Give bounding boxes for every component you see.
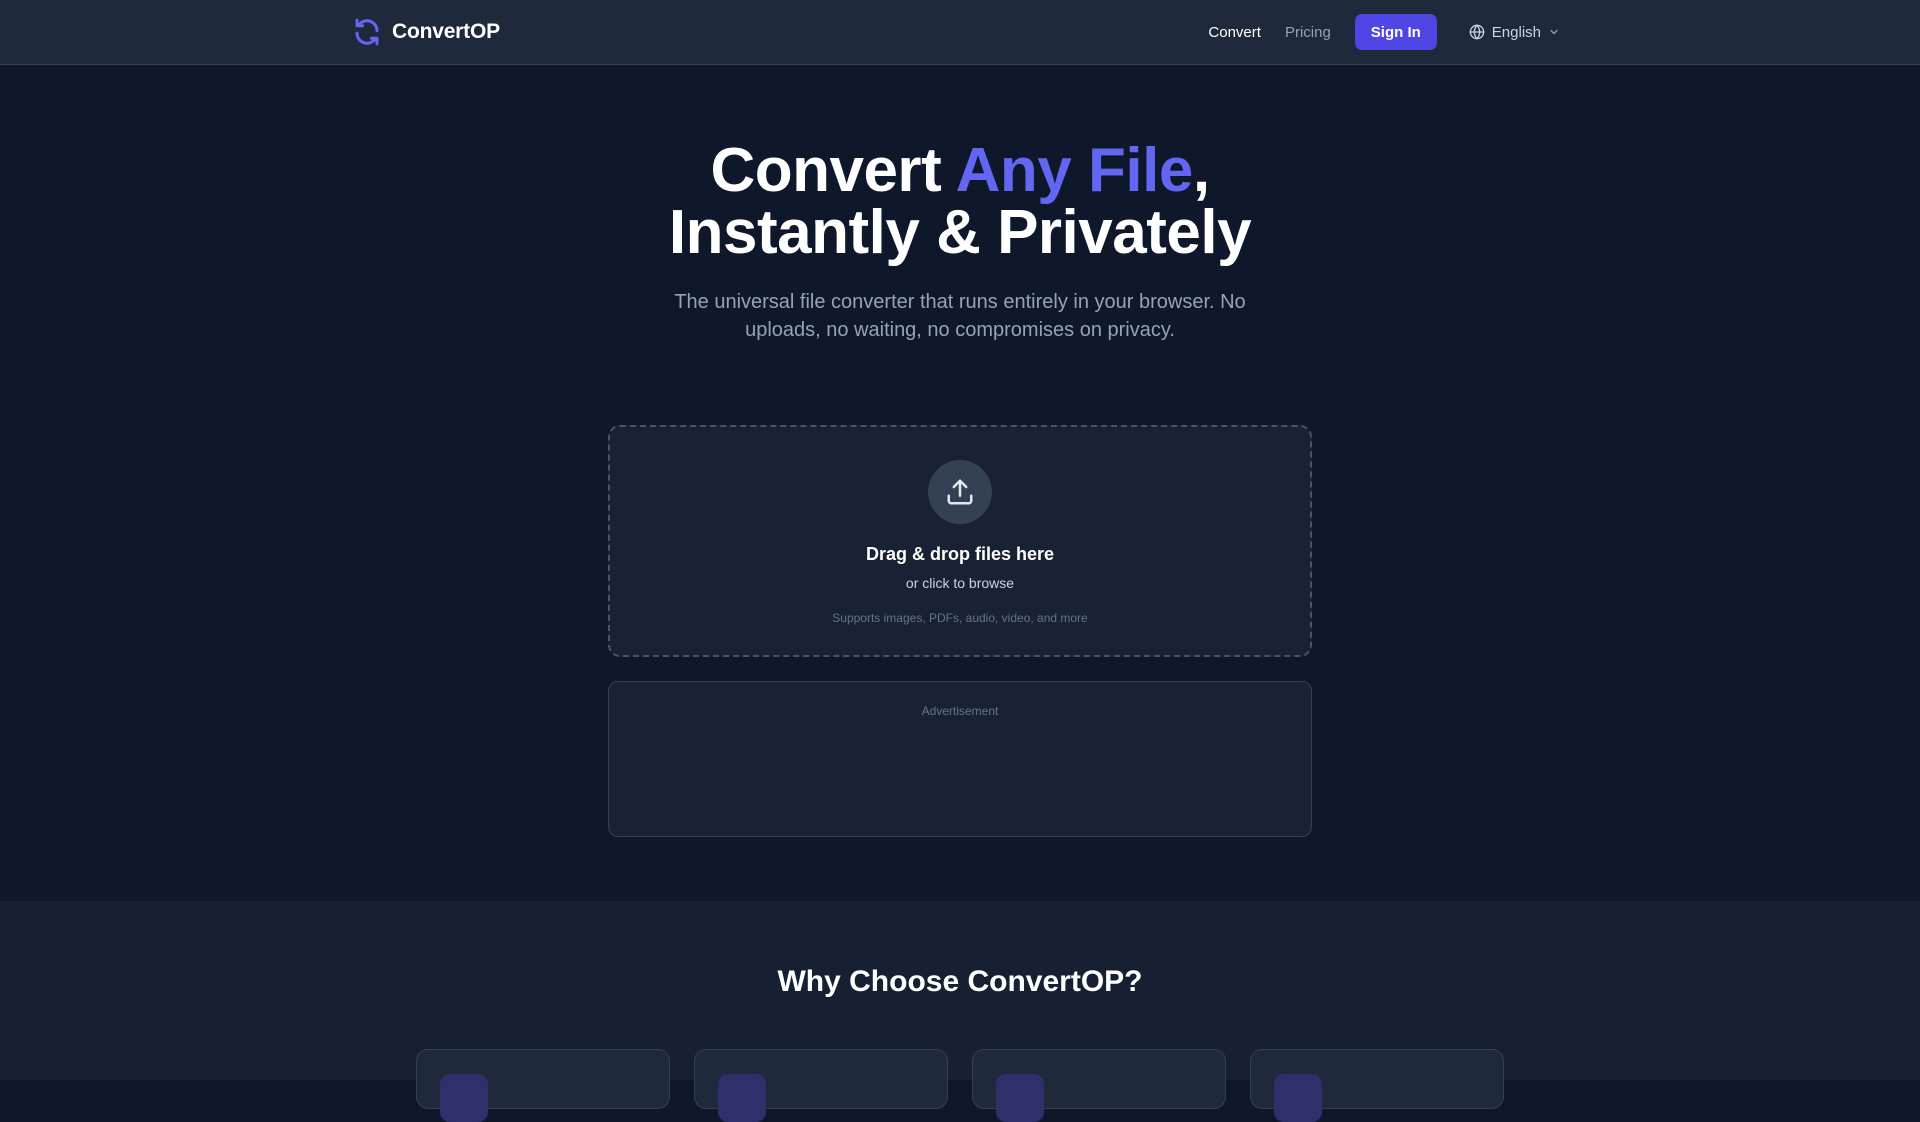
feature-card: [416, 1049, 670, 1122]
hero-title-line2: Instantly & Privately: [668, 198, 1252, 267]
main-nav: Convert Pricing Sign In English: [1208, 14, 1560, 50]
feature-icon: [996, 1074, 1044, 1122]
language-label: English: [1491, 23, 1541, 41]
advertisement-box: Advertisement: [608, 681, 1312, 837]
nav-link-pricing[interactable]: Pricing: [1285, 24, 1331, 41]
sign-in-button[interactable]: Sign In: [1354, 14, 1437, 50]
hero-section: Convert Any File, Instantly & Privately …: [0, 140, 1920, 344]
upload-icon-container: [928, 460, 992, 524]
dropzone-note: Supports images, PDFs, audio, video, and…: [832, 611, 1088, 625]
hero-title-part2: ,: [1192, 136, 1210, 205]
hero-title: Convert Any File, Instantly & Privately: [0, 140, 1920, 264]
site-header: ConvertOP Convert Pricing Sign In Englis…: [0, 0, 1920, 65]
hero-title-accent: Any File: [955, 136, 1194, 205]
feature-icon: [718, 1074, 766, 1122]
globe-icon: [1469, 24, 1485, 40]
brand-name: ConvertOP: [392, 20, 500, 43]
hero-title-part1: Convert: [710, 136, 956, 205]
dropzone-title: Drag & drop files here: [865, 544, 1055, 564]
why-section: Why Choose ConvertOP?: [0, 901, 1920, 1122]
upload-icon: [947, 479, 973, 505]
hero-subtitle: The universal file converter that runs e…: [674, 291, 1246, 341]
dropzone-subtitle: or click to browse: [905, 575, 1015, 591]
advertisement-label: Advertisement: [921, 704, 999, 718]
file-dropzone[interactable]: Drag & drop files here or click to brows…: [608, 425, 1312, 657]
nav-link-convert[interactable]: Convert: [1208, 24, 1261, 41]
feature-icon: [440, 1074, 488, 1122]
chevron-down-icon: [1550, 29, 1558, 35]
why-title: Why Choose ConvertOP?: [777, 965, 1143, 998]
feature-card: [694, 1049, 948, 1122]
feature-icon: [1274, 1074, 1322, 1122]
language-selector[interactable]: English: [1469, 24, 1560, 41]
feature-card: [972, 1049, 1226, 1122]
refresh-icon: [355, 18, 379, 46]
feature-card: [1250, 1049, 1504, 1122]
brand-logo[interactable]: ConvertOP: [352, 16, 500, 48]
